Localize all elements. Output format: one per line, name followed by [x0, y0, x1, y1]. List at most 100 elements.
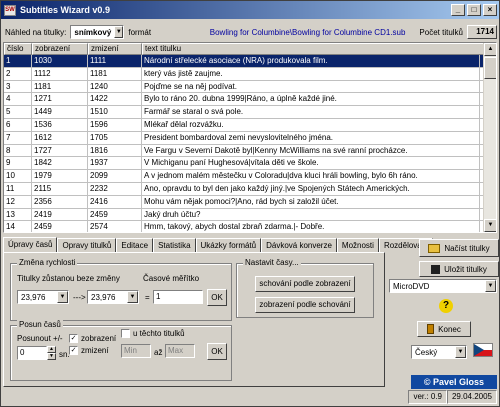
table-row[interactable]: 14 2459 2574 Hmm, takový, abych dostal zbra… — [4, 221, 496, 232]
table-row[interactable]: 12 2356 2416 Mohu vám nějak pomoci?|Ano, rá… — [4, 195, 496, 209]
table-row[interactable]: 7 1612 1705 President bombardoval zemi nevy… — [4, 131, 496, 145]
hide-checkbox-label: zmizení — [81, 346, 109, 355]
author-banner: © Pavel Gloss — [411, 375, 497, 389]
scroll-down-icon[interactable]: ▼ — [484, 219, 496, 232]
load-label: Načíst titulky — [444, 243, 490, 253]
table-row[interactable]: 5 1449 1510 Farmář se staral o svá pole. — [4, 106, 496, 119]
cell-hide: 1422 — [88, 93, 142, 106]
time-shift-legend: Posun časů — [17, 320, 63, 329]
table-row[interactable]: 1 1030 1111 Národní střelecké asociace (NRA… — [4, 55, 496, 68]
exit-label: Konec — [438, 324, 461, 334]
col-number[interactable]: číslo — [4, 43, 32, 55]
tab-format-samples[interactable]: Ukázky formátů — [195, 238, 262, 253]
close-button[interactable]: × — [483, 4, 497, 16]
tab-fix-subtitles[interactable]: Opravy titulků — [57, 238, 117, 253]
table-row[interactable]: 13 2419 2459 Jaký druh účtu? — [4, 208, 496, 222]
scroll-thumb[interactable] — [484, 57, 496, 79]
min-input[interactable]: Min — [121, 344, 151, 358]
cell-text: Ve Fargu v Severní Dakotě byl|Kenny McWi… — [142, 144, 480, 157]
col-display[interactable]: zobrazení — [32, 43, 88, 55]
cell-number: 14 — [4, 221, 32, 232]
cell-text: President bombardoval zemi nevysloviteln… — [142, 131, 480, 144]
chevron-down-icon[interactable]: ▼ — [57, 291, 68, 303]
minimize-button[interactable]: _ — [451, 4, 465, 16]
table-row[interactable]: 10 1979 2099 A v jednom malém městečku v Co… — [4, 170, 496, 183]
set-times-legend: Nastavit časy... — [243, 258, 301, 267]
table-row[interactable]: 8 1727 1816 Ve Fargu v Severní Dakotě byl|K… — [4, 144, 496, 158]
folder-open-icon — [428, 243, 441, 253]
table-header: číslo zobrazení zmizení text titulku — [4, 43, 496, 55]
top-toolbar: Náhled na titulky: snímkový ▼ formát Bow… — [3, 23, 497, 41]
display-by-hide-button[interactable]: zobrazení podle schování — [255, 297, 355, 313]
help-button[interactable]: ? — [437, 299, 455, 317]
cell-number: 1 — [4, 55, 32, 67]
shift-down-icon[interactable]: ▼ — [47, 353, 56, 360]
hide-checkbox[interactable]: ✓ — [69, 346, 78, 355]
display-checkbox[interactable]: ✓ — [69, 334, 78, 343]
fps-from-value: 23,976 — [21, 292, 46, 302]
preview-select[interactable]: snímkový ▼ — [70, 25, 125, 39]
load-subtitles-button[interactable]: Načíst titulky — [419, 239, 499, 257]
col-text[interactable]: text titulku — [142, 43, 484, 55]
time-scale-input[interactable]: 1 — [153, 290, 203, 304]
shift-up-icon[interactable]: ▲ — [47, 346, 56, 353]
scroll-up-icon[interactable]: ▲ — [484, 43, 496, 56]
table-row[interactable]: 6 1536 1596 Mlékař dělal rozvážku. — [4, 118, 496, 132]
save-subtitles-button[interactable]: Uložit titulky — [419, 261, 499, 277]
maximize-button[interactable]: □ — [467, 4, 481, 16]
czech-flag-icon — [473, 343, 493, 357]
table-row[interactable]: 3 1181 1240 Pojďme se na něj podívat. — [4, 80, 496, 94]
cell-text: Bylo to ráno 20. dubna 1999|Ráno, a úpln… — [142, 93, 480, 106]
table-row[interactable]: 9 1842 1937 V Michiganu paní Hughesová|víta… — [4, 157, 496, 171]
speed-ok-button[interactable]: OK — [207, 289, 227, 306]
chevron-down-icon[interactable]: ▼ — [127, 291, 138, 303]
shift-ok-button[interactable]: OK — [207, 343, 227, 360]
shift-value-input[interactable]: 0 — [17, 346, 47, 360]
chevron-down-icon[interactable]: ▼ — [485, 280, 496, 292]
hide-by-display-button[interactable]: schování podle zobrazení — [255, 276, 355, 292]
fps-from-select[interactable]: 23,976 ▼ — [17, 290, 69, 304]
time-edit-panel: Změna rychlosti Titulky zůstanou beze zm… — [3, 252, 385, 387]
format-select-value: MicroDVD — [393, 281, 430, 291]
table-row[interactable]: 2 1112 1181 který vás jistě zaujme. — [4, 67, 496, 81]
cell-number: 13 — [4, 208, 32, 221]
time-scale-label: Časové měřítko — [143, 274, 200, 283]
speed-change-group: Změna rychlosti Titulky zůstanou beze zm… — [10, 258, 232, 321]
tab-time-edit[interactable]: Úpravy časů — [3, 237, 58, 253]
exit-button[interactable]: Konec — [417, 321, 471, 337]
chevron-down-icon[interactable]: ▼ — [455, 346, 466, 358]
table-row[interactable]: 11 2115 2232 Ano, opravdu to byl den jako k… — [4, 182, 496, 196]
subtitle-table[interactable]: číslo zobrazení zmizení text titulku 1 10… — [3, 42, 497, 233]
format-select[interactable]: MicroDVD ▼ — [389, 279, 497, 293]
tab-batch-convert[interactable]: Dávková konverze — [261, 238, 337, 253]
max-input[interactable]: Max — [165, 344, 195, 358]
cell-number: 9 — [4, 157, 32, 170]
cell-display: 1842 — [32, 157, 88, 170]
preview-select-value: snímkový — [74, 27, 112, 37]
only-these-checkbox[interactable] — [121, 329, 130, 338]
table-row[interactable]: 4 1271 1422 Bylo to ráno 20. dubna 1999|Rán… — [4, 93, 496, 107]
fps-to-select[interactable]: 23,976 ▼ — [87, 290, 139, 304]
status-bar: ver.: 0.9 29.04.2005 — [3, 390, 497, 404]
col-hide[interactable]: zmizení — [88, 43, 142, 55]
tab-statistics[interactable]: Statistika — [153, 238, 196, 253]
cell-display: 1727 — [32, 144, 88, 157]
tab-editing[interactable]: Editace — [116, 238, 154, 253]
help-icon: ? — [439, 299, 453, 313]
cell-display: 1979 — [32, 170, 88, 182]
cell-display: 2459 — [32, 221, 88, 232]
cell-hide: 1111 — [88, 55, 142, 67]
cell-display: 1449 — [32, 106, 88, 118]
cell-number: 4 — [4, 93, 32, 106]
tab-options[interactable]: Možnosti — [336, 238, 379, 253]
time-shift-group: Posun časů Posunout +/- 0 ▲ ▼ sn. ✓ zobr… — [10, 320, 232, 381]
count-label: Počet titulků — [419, 27, 463, 37]
cell-number: 5 — [4, 106, 32, 118]
chevron-down-icon[interactable]: ▼ — [114, 26, 124, 38]
cell-number: 7 — [4, 131, 32, 144]
set-times-group: Nastavit časy... schování podle zobrazen… — [236, 258, 374, 318]
vertical-scrollbar[interactable]: ▲ ▼ — [483, 43, 496, 232]
cell-display: 2419 — [32, 208, 88, 221]
language-select[interactable]: Český ▼ — [411, 345, 467, 359]
cell-hide: 1816 — [88, 144, 142, 157]
